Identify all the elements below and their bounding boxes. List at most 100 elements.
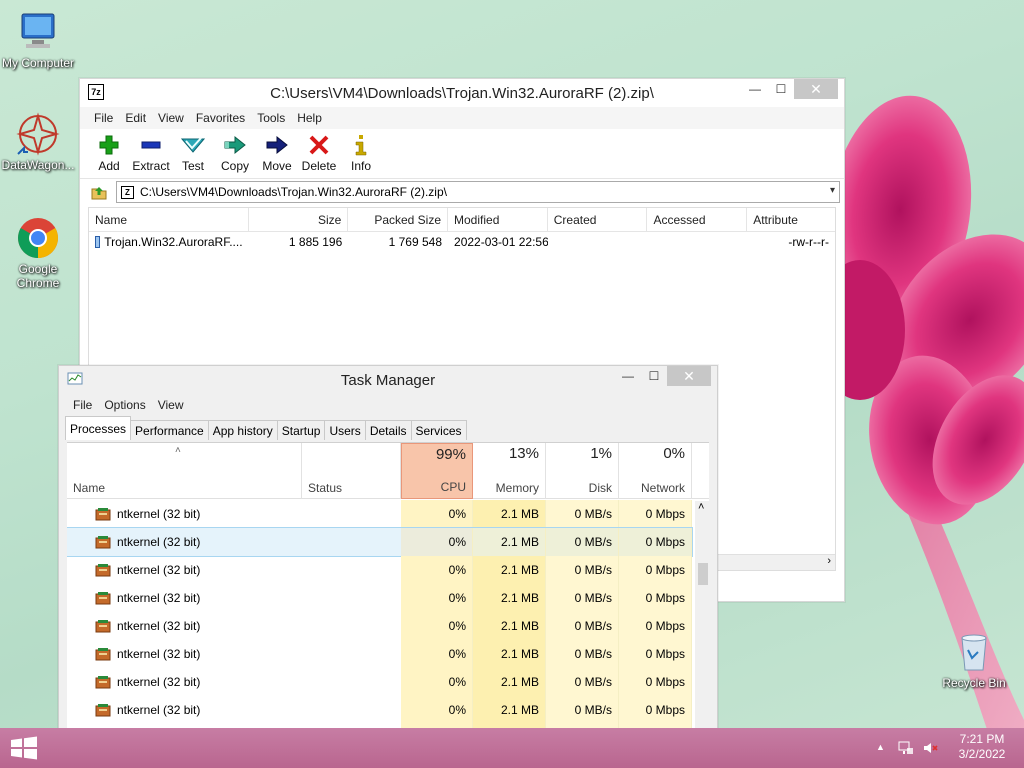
address-field[interactable]: Z C:\Users\VM4\Downloads\Trojan.Win32.Au…: [116, 181, 840, 203]
tray-overflow-icon[interactable]: ▲: [876, 742, 885, 752]
process-row[interactable]: ntkernel (32 bit) 0%2.1 MB0 MB/s0 Mbps: [67, 612, 692, 640]
sevenzip-menubar: File Edit View Favorites Tools Help: [80, 107, 844, 129]
clock-date: 3/2/2022: [958, 747, 1006, 761]
process-row[interactable]: ntkernel (32 bit) 0%2.1 MB0 MB/s0 Mbps: [67, 527, 693, 557]
chevron-right-icon[interactable]: ›: [827, 555, 831, 567]
close-button[interactable]: ✕: [667, 366, 711, 386]
close-button[interactable]: ✕: [794, 79, 838, 99]
process-row[interactable]: ntkernel (32 bit) 0%2.1 MB0 MB/s0 Mbps: [67, 556, 692, 584]
process-cpu: 0%: [401, 640, 473, 668]
system-clock[interactable]: 7:21 PM 3/2/2022: [952, 732, 1012, 762]
menu-view[interactable]: View: [152, 111, 190, 125]
network-icon[interactable]: [898, 740, 914, 759]
col-size[interactable]: Size: [249, 208, 349, 231]
file-row[interactable]: Trojan.Win32.AuroraRF.... 1 885 196 1 76…: [89, 232, 835, 252]
delete-button[interactable]: Delete: [298, 129, 340, 178]
desktop-icon-recycle-bin[interactable]: Recycle Bin: [936, 630, 1012, 690]
tab-details[interactable]: Details: [364, 420, 412, 440]
menu-edit[interactable]: Edit: [119, 111, 152, 125]
chevron-up-icon[interactable]: ˄: [698, 501, 704, 513]
info-icon: [340, 133, 382, 157]
menu-tools[interactable]: Tools: [251, 111, 291, 125]
sevenzip-titlebar[interactable]: 7z C:\Users\VM4\Downloads\Trojan.Win32.A…: [80, 79, 844, 107]
file-attributes: -rw-r--r-: [788, 235, 829, 249]
process-row[interactable]: ntkernel (32 bit) 0%2.1 MB0 MB/s0 Mbps: [67, 584, 692, 612]
col-modified[interactable]: Modified: [448, 208, 548, 231]
chevron-down-icon[interactable]: ▾: [830, 185, 835, 196]
process-name: ntkernel (32 bit): [117, 647, 201, 661]
datawagon-icon: [16, 112, 60, 156]
process-disk: 0 MB/s: [546, 668, 619, 696]
col-disk[interactable]: 1% Disk: [546, 443, 619, 499]
col-name[interactable]: Name: [89, 208, 249, 231]
col-attributes[interactable]: Attribute: [747, 208, 835, 231]
process-mem: 2.1 MB: [473, 500, 546, 528]
move-button[interactable]: Move: [256, 129, 298, 178]
process-row[interactable]: ntkernel (32 bit) 0%2.1 MB0 MB/s0 Mbps: [67, 668, 692, 696]
desktop-icon-google-chrome[interactable]: Google Chrome: [0, 216, 76, 290]
process-disk: 0 MB/s: [546, 528, 619, 556]
process-cpu: 0%: [401, 668, 473, 696]
copy-button[interactable]: Copy: [214, 129, 256, 178]
process-row[interactable]: ntkernel (32 bit) 0%2.1 MB0 MB/s0 Mbps: [67, 696, 692, 724]
tab-performance[interactable]: Performance: [130, 420, 209, 440]
process-name: ntkernel (32 bit): [117, 703, 201, 717]
menu-options[interactable]: Options: [98, 398, 151, 412]
tab-app-history[interactable]: App history: [207, 420, 278, 440]
desktop-icon-datawagon[interactable]: DataWagon...: [0, 112, 76, 172]
menu-favorites[interactable]: Favorites: [190, 111, 251, 125]
taskbar: ▲ 7:21 PM 3/2/2022: [0, 728, 1024, 768]
computer-icon: [16, 10, 60, 54]
chrome-icon: [16, 216, 60, 260]
tab-processes[interactable]: Processes: [65, 416, 132, 440]
col-network[interactable]: 0% Network: [619, 443, 692, 499]
menu-file[interactable]: File: [67, 398, 98, 412]
process-cpu: 0%: [401, 556, 473, 584]
tab-users[interactable]: Users: [324, 420, 366, 440]
process-net: 0 Mbps: [619, 556, 692, 584]
desktop-icon-label: My Computer: [1, 56, 75, 70]
sevenzip-address-bar: Z C:\Users\VM4\Downloads\Trojan.Win32.Au…: [80, 179, 844, 205]
minimize-button[interactable]: —: [615, 366, 641, 386]
col-memory[interactable]: 13% Memory: [473, 443, 546, 499]
volume-muted-icon[interactable]: [922, 740, 938, 759]
minimize-button[interactable]: —: [742, 79, 768, 99]
menu-help[interactable]: Help: [291, 111, 328, 125]
scrollbar-thumb[interactable]: [698, 563, 708, 585]
process-mem: 2.1 MB: [473, 668, 546, 696]
maximize-button[interactable]: ☐: [768, 79, 794, 99]
col-name[interactable]: Name: [67, 443, 301, 499]
col-accessed[interactable]: Accessed: [647, 208, 748, 231]
col-packed-size[interactable]: Packed Size: [348, 208, 449, 231]
process-disk: 0 MB/s: [546, 500, 619, 528]
process-row[interactable]: ntkernel (32 bit) 0%2.1 MB0 MB/s0 Mbps: [67, 500, 692, 528]
task-manager-menubar: File Options View: [59, 394, 717, 416]
test-button[interactable]: Test: [172, 129, 214, 178]
x-icon: [298, 133, 340, 157]
start-button[interactable]: [10, 736, 38, 760]
tab-services[interactable]: Services: [410, 420, 467, 440]
maximize-button[interactable]: ☐: [641, 366, 667, 386]
col-cpu[interactable]: 99% CPU: [401, 443, 473, 499]
process-icon: [95, 647, 111, 661]
process-icon: [95, 507, 111, 521]
process-net: 0 Mbps: [619, 500, 692, 528]
process-icon: [95, 591, 111, 605]
add-button[interactable]: Add: [88, 129, 130, 178]
col-created[interactable]: Created: [548, 208, 648, 231]
recycle-bin-icon: [952, 630, 996, 674]
tab-startup[interactable]: Startup: [276, 420, 326, 440]
process-cpu: 0%: [401, 696, 473, 724]
menu-view[interactable]: View: [152, 398, 190, 412]
process-mem: 2.1 MB: [473, 584, 546, 612]
process-table-header: ˄ Name Status 99% CPU 13% Memory 1% Disk…: [67, 443, 709, 499]
col-status[interactable]: Status: [301, 443, 401, 499]
up-folder-icon[interactable]: [90, 183, 108, 201]
task-manager-titlebar[interactable]: Task Manager — ☐ ✕: [59, 366, 717, 394]
menu-file[interactable]: File: [88, 111, 119, 125]
process-row[interactable]: ntkernel (32 bit) 0%2.1 MB0 MB/s0 Mbps: [67, 640, 692, 668]
desktop-icon-my-computer[interactable]: My Computer: [0, 10, 76, 70]
info-button[interactable]: Info: [340, 129, 382, 178]
task-manager-tabs: Processes Performance App history Startu…: [59, 416, 717, 440]
extract-button[interactable]: Extract: [130, 129, 172, 178]
